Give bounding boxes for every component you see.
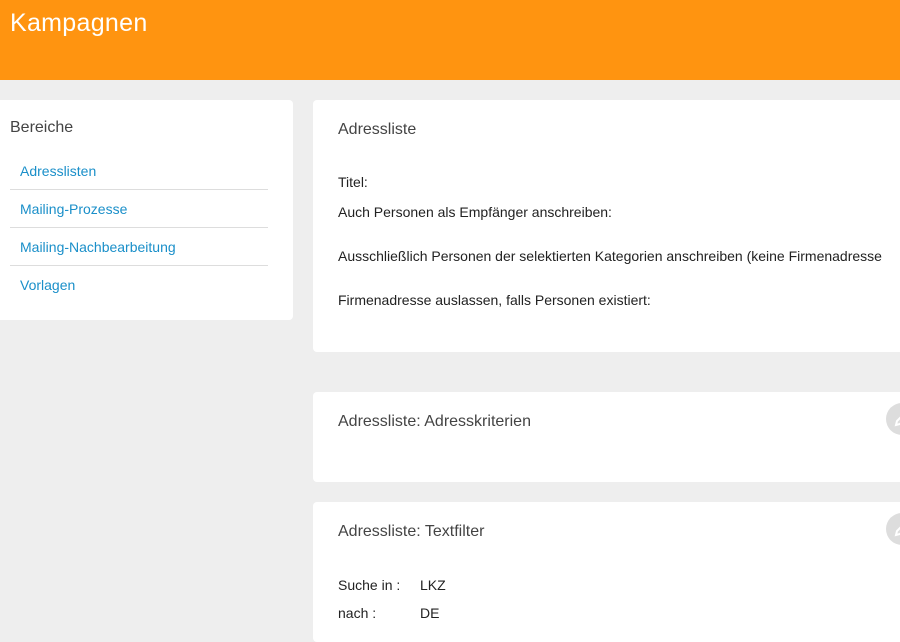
sidebar-item-vorlagen[interactable]: Vorlagen bbox=[10, 266, 268, 304]
edit-criteria-button[interactable] bbox=[886, 403, 900, 435]
address-list-card-title: Adressliste bbox=[338, 121, 417, 138]
sidebar-item-adresslisten[interactable]: Adresslisten bbox=[10, 152, 268, 190]
only-selected-persons-label: Ausschließlich Personen der selektierten… bbox=[338, 248, 882, 264]
search-for-value: DE bbox=[420, 605, 440, 621]
textfilter-card: Adressliste: Textfilter Suche in : LKZ na… bbox=[313, 502, 900, 642]
title-field-label: Titel: bbox=[338, 174, 368, 190]
address-criteria-card: Adressliste: Adresskriterien bbox=[313, 392, 900, 482]
app-header: Kampagnen bbox=[0, 0, 900, 80]
sidebar-heading: Bereiche bbox=[10, 119, 74, 136]
sidebar-item-mailing-nachbearbeitung[interactable]: Mailing-Nachbearbeitung bbox=[10, 228, 268, 266]
textfilter-card-title: Adressliste: Textfilter bbox=[338, 523, 485, 540]
edit-textfilter-button[interactable] bbox=[886, 513, 900, 545]
address-list-card: Adressliste Titel: Auch Personen als Emp… bbox=[313, 100, 900, 352]
search-in-label: Suche in : bbox=[338, 577, 401, 593]
omit-company-address-label: Firmenadresse auslassen, falls Personen … bbox=[338, 292, 651, 308]
search-for-label: nach : bbox=[338, 605, 377, 621]
pencil-icon bbox=[894, 416, 900, 427]
sidebar-item-mailing-prozesse[interactable]: Mailing-Prozesse bbox=[10, 190, 268, 228]
sidebar-nav: Adresslisten Mailing-Prozesse Mailing-Na… bbox=[10, 152, 268, 304]
address-criteria-card-title: Adressliste: Adresskriterien bbox=[338, 413, 531, 430]
persons-as-recipients-label: Auch Personen als Empfänger anschreiben: bbox=[338, 204, 612, 220]
search-for-row: nach : DE bbox=[338, 605, 439, 621]
sidebar: Bereiche Adresslisten Mailing-Prozesse M… bbox=[0, 100, 293, 320]
pencil-icon bbox=[894, 526, 900, 537]
search-in-value: LKZ bbox=[420, 577, 446, 593]
search-in-row: Suche in : LKZ bbox=[338, 577, 446, 593]
page-title: Kampagnen bbox=[10, 9, 148, 37]
